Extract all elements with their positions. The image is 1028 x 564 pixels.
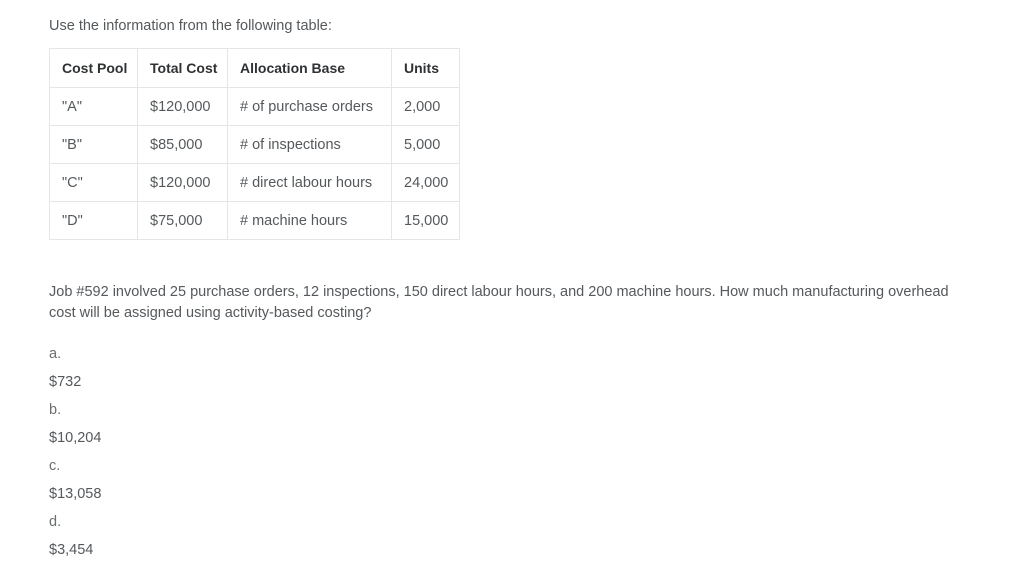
cell-units: 2,000 [391, 87, 460, 126]
cell-total-cost: $85,000 [137, 125, 228, 164]
table-header: Cost Pool Total Cost Allocation Base Uni… [49, 48, 460, 88]
table-body: "A" $120,000 # of purchase orders 2,000 … [49, 87, 460, 240]
option-letter-c: c. [49, 458, 61, 474]
option-value-b[interactable]: $10,204 [49, 424, 1028, 452]
cell-total-cost: $120,000 [137, 87, 228, 126]
table-row: "B" $85,000 # of inspections 5,000 [49, 125, 460, 164]
answer-options-list: a. $732 b. $10,204 c. $13,058 d. $3,454 [49, 340, 1028, 564]
cell-cost-pool: "C" [49, 163, 138, 202]
column-header-cost-pool: Cost Pool [49, 48, 138, 88]
option-letter-a: a. [49, 346, 62, 362]
column-header-total-cost: Total Cost [137, 48, 228, 88]
column-header-units: Units [391, 48, 460, 88]
option-value-c[interactable]: $13,058 [49, 480, 1028, 508]
cell-units: 24,000 [391, 163, 460, 202]
option-value-d[interactable]: $3,454 [49, 536, 1028, 564]
question-text: Job #592 involved 25 purchase orders, 12… [49, 284, 949, 321]
intro-text: Use the information from the following t… [49, 18, 332, 34]
option-value-a[interactable]: $732 [49, 368, 1028, 396]
cell-units: 15,000 [391, 201, 460, 240]
cell-total-cost: $75,000 [137, 201, 228, 240]
table-row: "C" $120,000 # direct labour hours 24,00… [49, 163, 460, 202]
cell-cost-pool: "B" [49, 125, 138, 164]
cell-total-cost: $120,000 [137, 163, 228, 202]
table-row: "D" $75,000 # machine hours 15,000 [49, 201, 460, 240]
cell-allocation-base: # of purchase orders [227, 87, 392, 126]
option-letter-d: d. [49, 514, 62, 530]
cell-units: 5,000 [391, 125, 460, 164]
cost-pool-table: Cost Pool Total Cost Allocation Base Uni… [49, 48, 460, 240]
cell-allocation-base: # direct labour hours [227, 163, 392, 202]
cell-cost-pool: "D" [49, 201, 138, 240]
cell-cost-pool: "A" [49, 87, 138, 126]
table-header-row: Cost Pool Total Cost Allocation Base Uni… [49, 48, 460, 88]
question-page: Use the information from the following t… [0, 0, 1028, 558]
option-letter-b: b. [49, 402, 62, 418]
column-header-allocation-base: Allocation Base [227, 48, 392, 88]
cell-allocation-base: # machine hours [227, 201, 392, 240]
table-row: "A" $120,000 # of purchase orders 2,000 [49, 87, 460, 126]
cell-allocation-base: # of inspections [227, 125, 392, 164]
